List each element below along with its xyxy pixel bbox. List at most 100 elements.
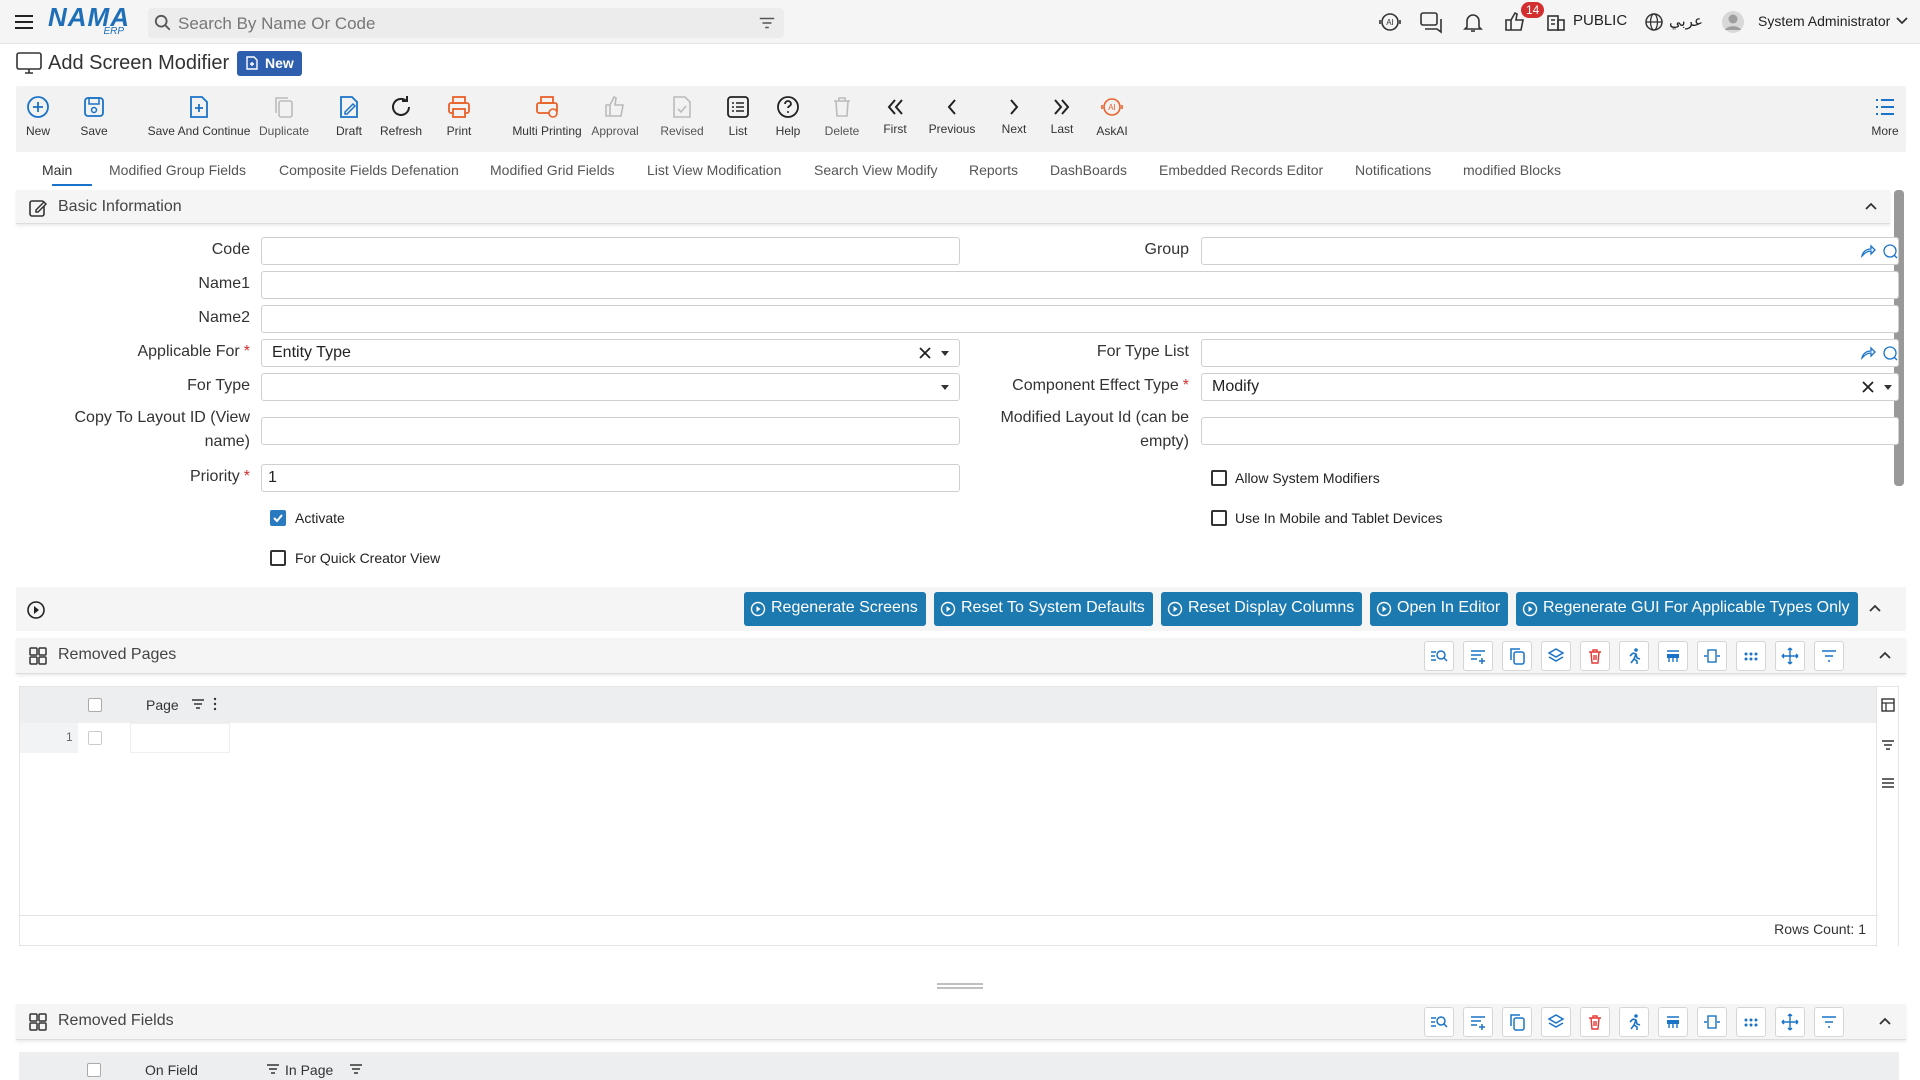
tab-modified-grid-fields[interactable]: Modified Grid Fields bbox=[490, 162, 615, 178]
regenerate-gui-button[interactable]: Regenerate GUI For Applicable Types Only bbox=[1516, 592, 1858, 626]
lookup-icon[interactable] bbox=[1882, 243, 1898, 259]
code-input[interactable] bbox=[261, 237, 960, 265]
tab-reports[interactable]: Reports bbox=[969, 162, 1018, 178]
previous-button[interactable]: Previous bbox=[926, 86, 978, 152]
clear-icon[interactable] bbox=[917, 345, 933, 361]
grid-move-button[interactable] bbox=[1775, 1007, 1805, 1037]
globe-icon[interactable] bbox=[1644, 10, 1664, 34]
reset-display-columns-button[interactable]: Reset Display Columns bbox=[1161, 592, 1363, 626]
first-button[interactable]: First bbox=[880, 86, 910, 152]
print-button[interactable]: Print bbox=[444, 86, 474, 152]
grid-layers-button[interactable] bbox=[1541, 1007, 1571, 1037]
grid-more-button[interactable] bbox=[1736, 641, 1766, 671]
dropdown-caret-icon[interactable] bbox=[937, 345, 953, 361]
group-input[interactable] bbox=[1201, 237, 1899, 265]
basic-information-header[interactable]: Basic Information bbox=[16, 190, 1890, 224]
use-in-mobile-checkbox[interactable] bbox=[1211, 510, 1227, 526]
company-name[interactable]: PUBLIC bbox=[1573, 12, 1627, 29]
play-circle-icon[interactable] bbox=[26, 600, 46, 620]
grid-search-button[interactable] bbox=[1424, 641, 1454, 671]
clear-icon[interactable] bbox=[1860, 379, 1876, 395]
quick-creator-checkbox[interactable] bbox=[270, 550, 286, 566]
removed-fields-header[interactable]: Removed Fields bbox=[16, 1004, 1906, 1040]
approval-button[interactable]: Approval bbox=[584, 86, 646, 152]
filter-icon[interactable] bbox=[758, 14, 776, 32]
tab-search-view-modify[interactable]: Search View Modify bbox=[814, 162, 937, 178]
page-cell[interactable] bbox=[130, 723, 230, 753]
select-all-checkbox[interactable] bbox=[88, 698, 102, 712]
grid-layers-button[interactable] bbox=[1541, 641, 1571, 671]
tab-composite-fields[interactable]: Composite Fields Defenation bbox=[279, 162, 459, 178]
for-type-list-input[interactable] bbox=[1201, 339, 1899, 367]
lookup-icon[interactable] bbox=[1882, 345, 1898, 361]
column-filter-icon[interactable] bbox=[266, 1062, 280, 1076]
grid-search-button[interactable] bbox=[1424, 1007, 1454, 1037]
search-input[interactable]: Search By Name Or Code bbox=[178, 14, 375, 34]
for-type-select[interactable] bbox=[261, 373, 960, 401]
grid-add-row-button[interactable] bbox=[1463, 1007, 1493, 1037]
resize-handle[interactable] bbox=[935, 983, 985, 989]
language-switch[interactable]: عربي bbox=[1669, 12, 1703, 30]
chat-icon[interactable] bbox=[1418, 10, 1444, 34]
ai-assistant-icon[interactable]: AI bbox=[1377, 10, 1403, 34]
column-menu-icon[interactable] bbox=[212, 697, 218, 711]
tab-dashboards[interactable]: DashBoards bbox=[1050, 162, 1127, 178]
open-in-editor-button[interactable]: Open In Editor bbox=[1370, 592, 1509, 626]
avatar[interactable] bbox=[1720, 10, 1746, 34]
tab-list-view-modification[interactable]: List View Modification bbox=[647, 162, 781, 178]
select-all-checkbox[interactable] bbox=[87, 1063, 101, 1077]
chevron-down-icon[interactable] bbox=[1894, 12, 1910, 36]
grid-move-button[interactable] bbox=[1775, 641, 1805, 671]
help-button[interactable]: Help bbox=[772, 86, 804, 152]
bell-icon[interactable] bbox=[1460, 10, 1486, 34]
grid-delete-button[interactable] bbox=[1580, 641, 1610, 671]
filter-panel-icon[interactable] bbox=[1880, 737, 1896, 753]
list-button[interactable]: List bbox=[724, 86, 752, 152]
askai-button[interactable]: AI AskAI bbox=[1094, 86, 1130, 152]
grid-delete-button[interactable] bbox=[1580, 1007, 1610, 1037]
column-filter-icon[interactable] bbox=[191, 697, 205, 711]
removed-pages-header[interactable]: Removed Pages bbox=[16, 638, 1906, 674]
share-icon[interactable] bbox=[1860, 243, 1876, 259]
last-button[interactable]: Last bbox=[1048, 86, 1076, 152]
grid-filter-button[interactable] bbox=[1814, 641, 1844, 671]
dropdown-caret-icon[interactable] bbox=[1880, 379, 1896, 395]
grid-row-format-button[interactable] bbox=[1658, 1007, 1688, 1037]
column-header-on-field[interactable]: On Field bbox=[145, 1062, 198, 1078]
app-logo[interactable]: NAMA ERP bbox=[48, 4, 132, 38]
grid-copy-button[interactable] bbox=[1502, 641, 1532, 671]
column-header-page[interactable]: Page bbox=[146, 697, 179, 713]
duplicate-button[interactable]: Duplicate bbox=[257, 86, 311, 152]
delete-button[interactable]: Delete bbox=[822, 86, 862, 152]
more-button[interactable]: More bbox=[1870, 86, 1900, 152]
applicable-for-select[interactable]: Entity Type bbox=[261, 339, 960, 367]
grid-fit-button[interactable] bbox=[1697, 641, 1727, 671]
grid-more-button[interactable] bbox=[1736, 1007, 1766, 1037]
user-name[interactable]: System Administrator bbox=[1758, 13, 1890, 29]
grid-filter-button[interactable] bbox=[1814, 1007, 1844, 1037]
column-filter-icon[interactable] bbox=[349, 1062, 363, 1076]
tab-modified-blocks[interactable]: modified Blocks bbox=[1463, 162, 1561, 178]
allow-system-modifiers-checkbox[interactable] bbox=[1211, 470, 1227, 486]
activate-checkbox[interactable] bbox=[270, 510, 286, 526]
columns-panel-icon[interactable] bbox=[1880, 697, 1896, 713]
grid-fit-button[interactable] bbox=[1697, 1007, 1727, 1037]
table-row[interactable]: 1 bbox=[20, 723, 1878, 753]
tab-main[interactable]: Main bbox=[42, 162, 72, 178]
new-button[interactable]: New bbox=[24, 86, 52, 152]
tab-modified-group-fields[interactable]: Modified Group Fields bbox=[109, 162, 246, 178]
draft-button[interactable]: Draft bbox=[330, 86, 368, 152]
priority-input[interactable]: 1 bbox=[261, 464, 960, 492]
tab-notifications[interactable]: Notifications bbox=[1355, 162, 1431, 178]
grid-run-button[interactable] bbox=[1619, 1007, 1649, 1037]
global-search[interactable]: Search By Name Or Code bbox=[148, 8, 784, 38]
share-icon[interactable] bbox=[1860, 345, 1876, 361]
revised-button[interactable]: Revised bbox=[657, 86, 707, 152]
modified-layout-input[interactable] bbox=[1201, 417, 1899, 445]
grid-row-format-button[interactable] bbox=[1658, 641, 1688, 671]
row-checkbox[interactable] bbox=[88, 731, 102, 745]
grid-run-button[interactable] bbox=[1619, 641, 1649, 671]
component-effect-type-select[interactable]: Modify bbox=[1201, 373, 1899, 401]
collapse-chevron-icon[interactable] bbox=[1862, 198, 1880, 216]
company-icon[interactable] bbox=[1546, 10, 1566, 34]
